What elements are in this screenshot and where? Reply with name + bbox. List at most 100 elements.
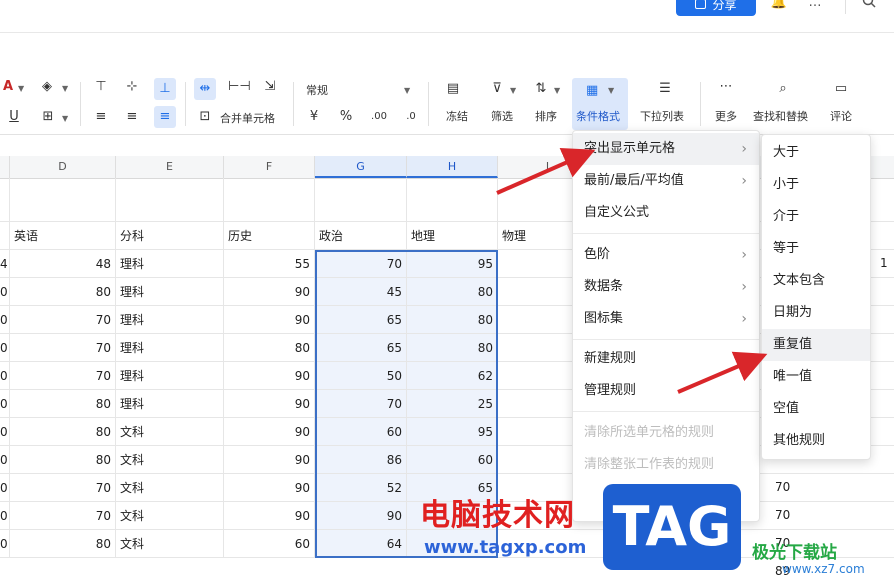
cell[interactable]: 0 <box>0 278 10 305</box>
cell[interactable]: 文科 <box>116 530 224 557</box>
align-top-icon[interactable]: ⊤ <box>92 78 110 96</box>
cell[interactable] <box>10 178 116 221</box>
cell[interactable]: 0 <box>0 306 10 333</box>
fill-color-icon[interactable]: ◈ <box>39 78 55 96</box>
chevron-down-icon[interactable]: ▼ <box>62 80 68 98</box>
cell[interactable]: 80 <box>10 530 116 557</box>
submenu-item-less-than[interactable]: 小于 <box>762 169 870 201</box>
cell[interactable]: 地理 <box>407 222 498 249</box>
cell[interactable]: 70 <box>10 334 116 361</box>
comment-button[interactable]: 评论 <box>828 108 854 124</box>
cell[interactable]: 80 <box>407 278 498 305</box>
submenu-item-other-rules[interactable]: 其他规则 <box>762 425 870 457</box>
menu-item-new-rule[interactable]: 新建规则 <box>573 343 759 375</box>
comment-icon[interactable]: ▭ <box>832 80 850 98</box>
sort-icon[interactable]: ⇅ <box>532 80 550 98</box>
cell[interactable]: 90 <box>224 418 315 445</box>
cell[interactable]: 60 <box>407 446 498 473</box>
merge-cells-button[interactable]: 合并单元格 <box>220 110 275 126</box>
cell[interactable]: 60 <box>224 530 315 557</box>
chevron-down-icon[interactable]: ▼ <box>404 82 410 100</box>
more-button[interactable]: 更多 <box>713 108 739 124</box>
submenu-item-text-contains[interactable]: 文本包含 <box>762 265 870 297</box>
menu-item-data-bar[interactable]: 数据条 › <box>573 271 759 303</box>
conditional-format-button[interactable]: ▦ ▼ 条件格式 <box>572 78 628 130</box>
cell[interactable]: 90 <box>315 502 407 529</box>
cell[interactable]: 95 <box>407 250 498 277</box>
cell[interactable]: 80 <box>10 390 116 417</box>
cell[interactable]: 理科 <box>116 306 224 333</box>
chevron-down-icon[interactable]: ▼ <box>510 82 516 100</box>
cell[interactable]: 0 <box>0 334 10 361</box>
cell[interactable]: 80 <box>224 334 315 361</box>
cell[interactable] <box>0 222 10 249</box>
align-left-icon[interactable]: ≡ <box>92 108 110 126</box>
cell[interactable]: 4 <box>0 250 10 277</box>
cell[interactable]: 80 <box>407 334 498 361</box>
menu-item-icon-set[interactable]: 图标集 › <box>573 303 759 335</box>
border-icon[interactable]: ⊞ <box>40 108 56 126</box>
align-right-icon[interactable]: ≡ <box>154 106 176 128</box>
cell[interactable]: 48 <box>10 250 116 277</box>
freeze-icon[interactable]: ▤ <box>444 80 462 98</box>
filter-button[interactable]: 筛选 <box>489 108 515 124</box>
submenu-item-blank[interactable]: 空值 <box>762 393 870 425</box>
cell[interactable]: 65 <box>315 334 407 361</box>
align-center-icon[interactable]: ≡ <box>123 108 141 126</box>
dropdown-list-icon[interactable]: ☰ <box>656 80 674 98</box>
cell[interactable]: 0 <box>0 474 10 501</box>
cell[interactable]: 0 <box>0 390 10 417</box>
submenu-item-greater-than[interactable]: 大于 <box>762 137 870 169</box>
cell[interactable]: 90 <box>224 306 315 333</box>
underline-icon[interactable]: U <box>6 108 22 126</box>
cell[interactable]: 0 <box>0 362 10 389</box>
decimal-decrease-icon[interactable]: .0 <box>402 108 420 126</box>
column-header-C[interactable] <box>0 156 10 178</box>
cell[interactable]: 25 <box>407 390 498 417</box>
column-header-G[interactable]: G <box>315 156 407 178</box>
overflow-icon[interactable]: ⊢⊣ <box>228 78 251 96</box>
cell[interactable]: 70 <box>315 390 407 417</box>
cell[interactable]: 分科 <box>116 222 224 249</box>
cell[interactable]: 70 <box>10 502 116 529</box>
cell[interactable]: 55 <box>224 250 315 277</box>
cell[interactable] <box>315 178 407 221</box>
cell[interactable]: 政治 <box>315 222 407 249</box>
cell[interactable]: 64 <box>315 530 407 557</box>
cell[interactable]: 文科 <box>116 502 224 529</box>
clip-icon[interactable]: ⇲ <box>261 78 279 96</box>
cell[interactable]: 理科 <box>116 362 224 389</box>
cell[interactable]: 70 <box>10 474 116 501</box>
cell[interactable]: 60 <box>315 418 407 445</box>
cell[interactable]: 90 <box>224 446 315 473</box>
cell[interactable]: 0 <box>0 418 10 445</box>
more-icon[interactable]: ⋯ <box>716 78 736 96</box>
cell[interactable]: 70 <box>10 362 116 389</box>
cell[interactable]: 0 <box>0 446 10 473</box>
submenu-item-between[interactable]: 介于 <box>762 201 870 233</box>
cell[interactable]: 52 <box>315 474 407 501</box>
cell[interactable]: 文科 <box>116 474 224 501</box>
cell[interactable]: 90 <box>224 390 315 417</box>
menu-item-color-scale[interactable]: 色阶 › <box>573 239 759 271</box>
align-middle-icon[interactable]: ⊹ <box>123 78 141 96</box>
cell[interactable]: 80 <box>10 278 116 305</box>
cell[interactable]: 95 <box>407 418 498 445</box>
submenu-item-date-is[interactable]: 日期为 <box>762 297 870 329</box>
menu-item-top-bottom[interactable]: 最前/最后/平均值 › <box>573 165 759 197</box>
cell[interactable]: 62 <box>407 362 498 389</box>
cell[interactable]: 理科 <box>116 250 224 277</box>
cell[interactable]: 1 <box>880 256 888 270</box>
chevron-down-icon[interactable]: ▼ <box>554 82 560 100</box>
font-color-icon[interactable]: A <box>0 78 16 96</box>
dropdown-list-button[interactable]: 下拉列表 <box>640 108 684 124</box>
cell[interactable] <box>407 178 498 221</box>
cell[interactable]: 80 <box>407 306 498 333</box>
sort-button[interactable]: 排序 <box>533 108 559 124</box>
wrap-icon[interactable]: ⇹ <box>194 78 216 100</box>
decimal-increase-icon[interactable]: .00 <box>370 108 388 126</box>
chevron-down-icon[interactable]: ▼ <box>62 110 68 128</box>
percent-icon[interactable]: % <box>338 108 354 126</box>
cell[interactable]: 理科 <box>116 278 224 305</box>
cell[interactable]: 80 <box>10 446 116 473</box>
